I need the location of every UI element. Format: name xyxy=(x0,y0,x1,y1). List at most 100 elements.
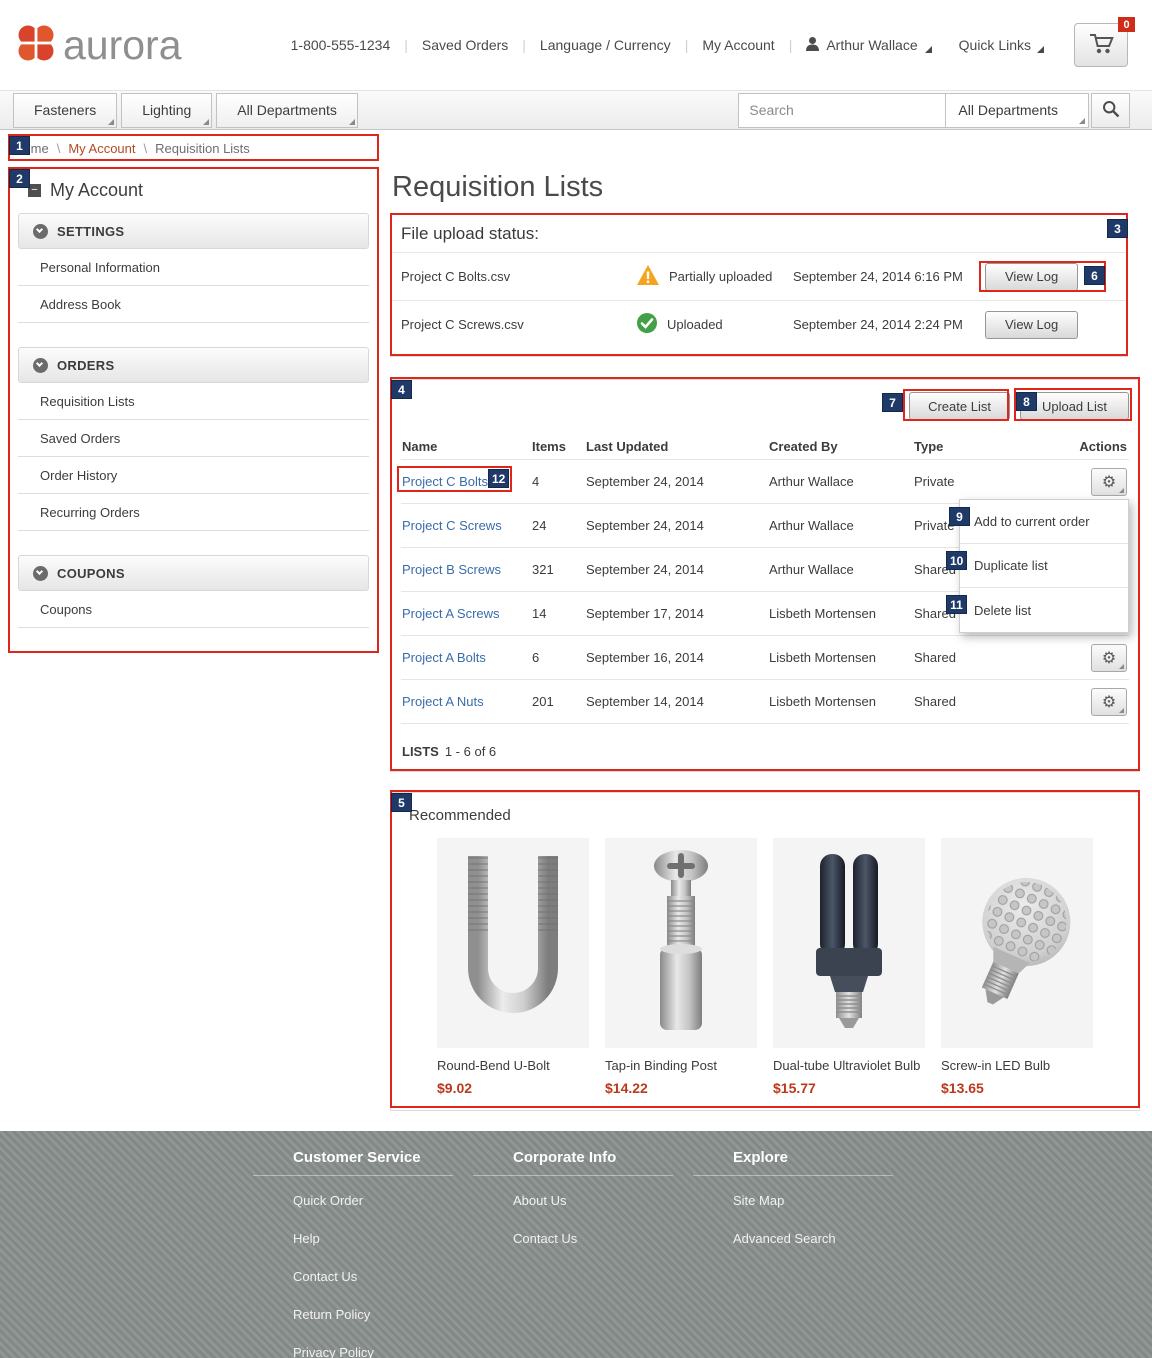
list-name-link[interactable]: Project A Bolts xyxy=(402,650,486,665)
footer-link-contact-us[interactable]: Contact Us xyxy=(513,1231,733,1246)
chevron-down-icon xyxy=(33,566,48,581)
header-separator: | xyxy=(404,37,408,53)
recommended-panel: Recommended xyxy=(390,792,1140,1111)
actions-gear-button[interactable]: ⚙ xyxy=(1091,644,1127,672)
gear-icon: ⚙ xyxy=(1102,474,1116,490)
user-menu[interactable]: Arthur Wallace xyxy=(806,37,931,54)
cart-button[interactable]: 0 xyxy=(1074,23,1128,67)
saved-orders-link[interactable]: Saved Orders xyxy=(422,37,508,53)
footer-link-contact-us[interactable]: Contact Us xyxy=(293,1269,513,1284)
nav-fasteners[interactable]: Fasteners xyxy=(13,93,117,128)
menu-delete-list[interactable]: Delete list xyxy=(960,588,1128,632)
breadcrumb-home[interactable]: Home xyxy=(14,141,49,156)
gear-icon: ⚙ xyxy=(1102,694,1116,710)
list-name-link[interactable]: Project B Screws xyxy=(402,562,501,577)
chevron-down-icon xyxy=(33,358,48,373)
create-list-button[interactable]: Create List xyxy=(909,392,1010,420)
list-name-link[interactable]: Project C Screws xyxy=(402,518,502,533)
column-header-created-by: Created By xyxy=(769,439,914,454)
upload-status-row: Project C Screws.csv Uploaded September … xyxy=(391,300,1127,348)
aurora-flower-icon xyxy=(14,21,58,70)
product-price: $9.02 xyxy=(437,1080,589,1096)
sidebar-title[interactable]: − My Account xyxy=(8,167,379,213)
upload-status-text: Uploaded xyxy=(667,317,723,332)
sidebar-item-order-history[interactable]: Order History xyxy=(18,457,369,494)
footer-link-return-policy[interactable]: Return Policy xyxy=(293,1307,513,1322)
footer-link-site-map[interactable]: Site Map xyxy=(733,1193,953,1208)
breadcrumb-separator: \ xyxy=(144,141,148,156)
column-header-items: Items xyxy=(524,439,586,454)
quick-links-menu[interactable]: Quick Links xyxy=(959,37,1044,53)
sidebar-heading-coupons[interactable]: COUPONS xyxy=(18,555,369,591)
product-image-binding-post[interactable] xyxy=(605,838,757,1048)
product-image-led-bulb[interactable] xyxy=(941,838,1093,1048)
search-button[interactable] xyxy=(1091,93,1130,128)
footer-heading: Explore xyxy=(693,1149,893,1176)
gear-icon: ⚙ xyxy=(1102,650,1116,666)
list-items-count: 4 xyxy=(524,474,586,489)
collapse-minus-icon[interactable]: − xyxy=(28,184,41,197)
sidebar-item-coupons[interactable]: Coupons xyxy=(18,591,369,628)
actions-dropdown-menu: Add to current order Duplicate list Dele… xyxy=(959,499,1129,633)
list-created-by: Arthur Wallace xyxy=(769,474,914,489)
list-created-by: Arthur Wallace xyxy=(769,518,914,533)
list-type: Private xyxy=(914,474,1060,489)
footer-link-advanced-search[interactable]: Advanced Search xyxy=(733,1231,953,1246)
sidebar-item-recurring-orders[interactable]: Recurring Orders xyxy=(18,494,369,531)
language-currency-link[interactable]: Language / Currency xyxy=(540,37,671,53)
search-scope-value: All Departments xyxy=(958,102,1058,118)
view-log-button[interactable]: View Log xyxy=(985,263,1078,291)
requisition-lists-panel: Create List Upload List Name Items Last … xyxy=(390,379,1140,772)
file-upload-status-panel: File upload status: Project C Bolts.csv … xyxy=(390,214,1128,357)
department-nav: Fasteners Lighting All Departments All D… xyxy=(0,90,1152,130)
sidebar-item-address-book[interactable]: Address Book xyxy=(18,286,369,323)
sidebar-title-label: My Account xyxy=(50,180,143,201)
footer-link-privacy-policy[interactable]: Privacy Policy xyxy=(293,1345,513,1358)
list-type: Shared xyxy=(914,694,1060,709)
product-name-link[interactable]: Round-Bend U-Bolt xyxy=(437,1058,589,1073)
nav-all-departments[interactable]: All Departments xyxy=(216,93,358,128)
sidebar-item-saved-orders[interactable]: Saved Orders xyxy=(18,420,369,457)
header-separator: | xyxy=(789,37,793,53)
search-icon xyxy=(1102,100,1120,121)
list-name-link[interactable]: Project C Bolts xyxy=(402,474,488,489)
aurora-logo[interactable]: aurora xyxy=(14,21,182,70)
footer-column-explore: Explore Site Map Advanced Search xyxy=(733,1149,953,1358)
lists-summary-value: 1 - 6 of 6 xyxy=(445,744,496,759)
product-image-uv-bulb[interactable] xyxy=(773,838,925,1048)
my-account-link[interactable]: My Account xyxy=(702,37,774,53)
breadcrumb: Home \ My Account \ Requisition Lists xyxy=(14,135,1152,161)
product-image-u-bolt[interactable] xyxy=(437,838,589,1048)
sidebar-heading-settings[interactable]: SETTINGS xyxy=(18,213,369,249)
footer-link-about-us[interactable]: About Us xyxy=(513,1193,733,1208)
list-last-updated: September 17, 2014 xyxy=(586,606,769,621)
product-name-link[interactable]: Dual-tube Ultraviolet Bulb xyxy=(773,1058,925,1073)
phone-number: 1-800-555-1234 xyxy=(291,37,391,53)
actions-gear-button[interactable]: ⚙ xyxy=(1091,468,1127,496)
list-items-count: 321 xyxy=(524,562,586,577)
menu-add-to-current-order[interactable]: Add to current order xyxy=(960,500,1128,544)
cart-count-badge: 0 xyxy=(1118,17,1135,32)
list-last-updated: September 14, 2014 xyxy=(586,694,769,709)
lists-summary-label: LISTS xyxy=(402,744,439,759)
actions-gear-button[interactable]: ⚙ xyxy=(1091,688,1127,716)
breadcrumb-my-account[interactable]: My Account xyxy=(68,141,135,156)
product-name-link[interactable]: Tap-in Binding Post xyxy=(605,1058,757,1073)
main-content: Requisition Lists File upload status: Pr… xyxy=(390,167,1140,1111)
footer: Customer Service Quick Order Help Contac… xyxy=(0,1131,1152,1358)
upload-list-button[interactable]: Upload List xyxy=(1020,392,1129,420)
view-log-button[interactable]: View Log xyxy=(985,311,1078,339)
search-scope-select[interactable]: All Departments xyxy=(945,93,1089,128)
list-name-link[interactable]: Project A Nuts xyxy=(402,694,484,709)
search-input[interactable] xyxy=(738,93,945,128)
footer-link-quick-order[interactable]: Quick Order xyxy=(293,1193,513,1208)
sidebar-item-personal-information[interactable]: Personal Information xyxy=(18,249,369,286)
sidebar-heading-orders[interactable]: ORDERS xyxy=(18,347,369,383)
person-icon xyxy=(806,37,819,54)
nav-lighting[interactable]: Lighting xyxy=(121,93,212,128)
footer-link-help[interactable]: Help xyxy=(293,1231,513,1246)
product-name-link[interactable]: Screw-in LED Bulb xyxy=(941,1058,1093,1073)
list-name-link[interactable]: Project A Screws xyxy=(402,606,500,621)
sidebar-item-requisition-lists[interactable]: Requisition Lists xyxy=(18,383,369,420)
menu-duplicate-list[interactable]: Duplicate list xyxy=(960,544,1128,588)
